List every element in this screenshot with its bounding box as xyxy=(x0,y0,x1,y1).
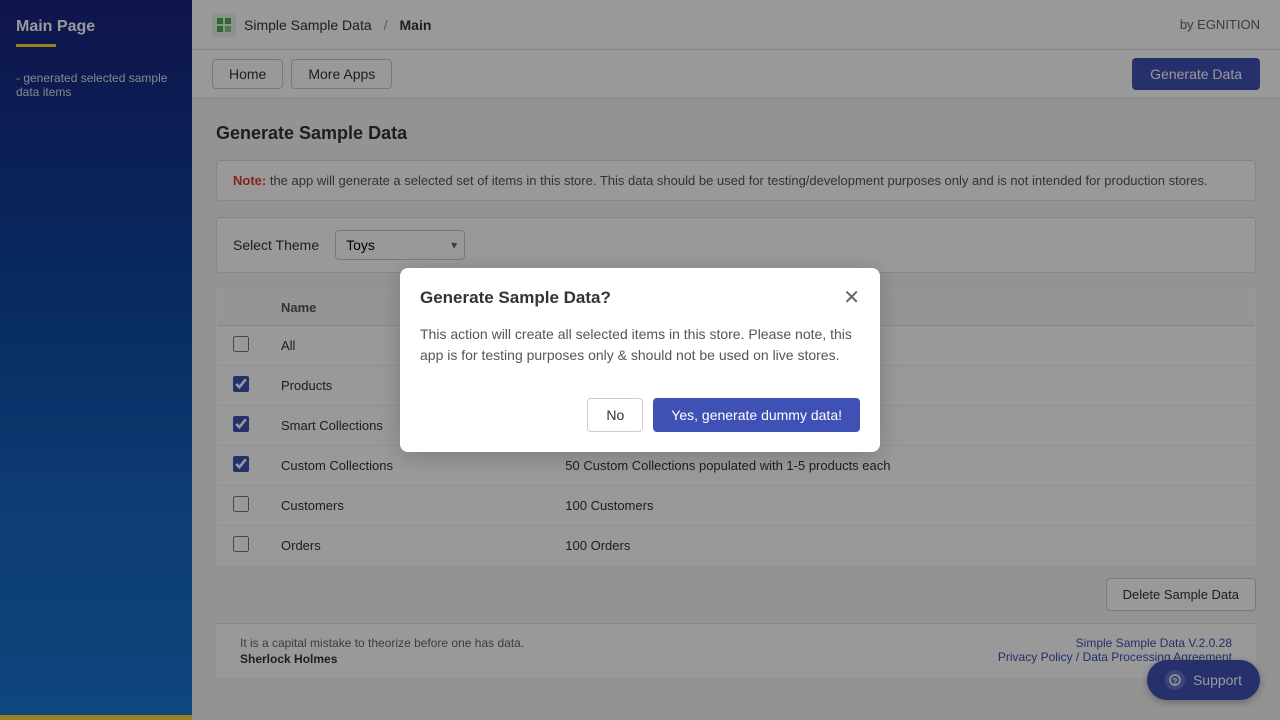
modal-title: Generate Sample Data? xyxy=(420,288,611,308)
modal-header: Generate Sample Data? ✕ xyxy=(400,268,880,308)
modal-close-button[interactable]: ✕ xyxy=(843,288,860,308)
modal: Generate Sample Data? ✕ This action will… xyxy=(400,268,880,452)
modal-footer: No Yes, generate dummy data! xyxy=(400,386,880,452)
modal-no-button[interactable]: No xyxy=(587,398,643,432)
modal-yes-button[interactable]: Yes, generate dummy data! xyxy=(653,398,860,432)
modal-body: This action will create all selected ite… xyxy=(400,308,880,386)
modal-overlay: Generate Sample Data? ✕ This action will… xyxy=(0,0,1280,720)
